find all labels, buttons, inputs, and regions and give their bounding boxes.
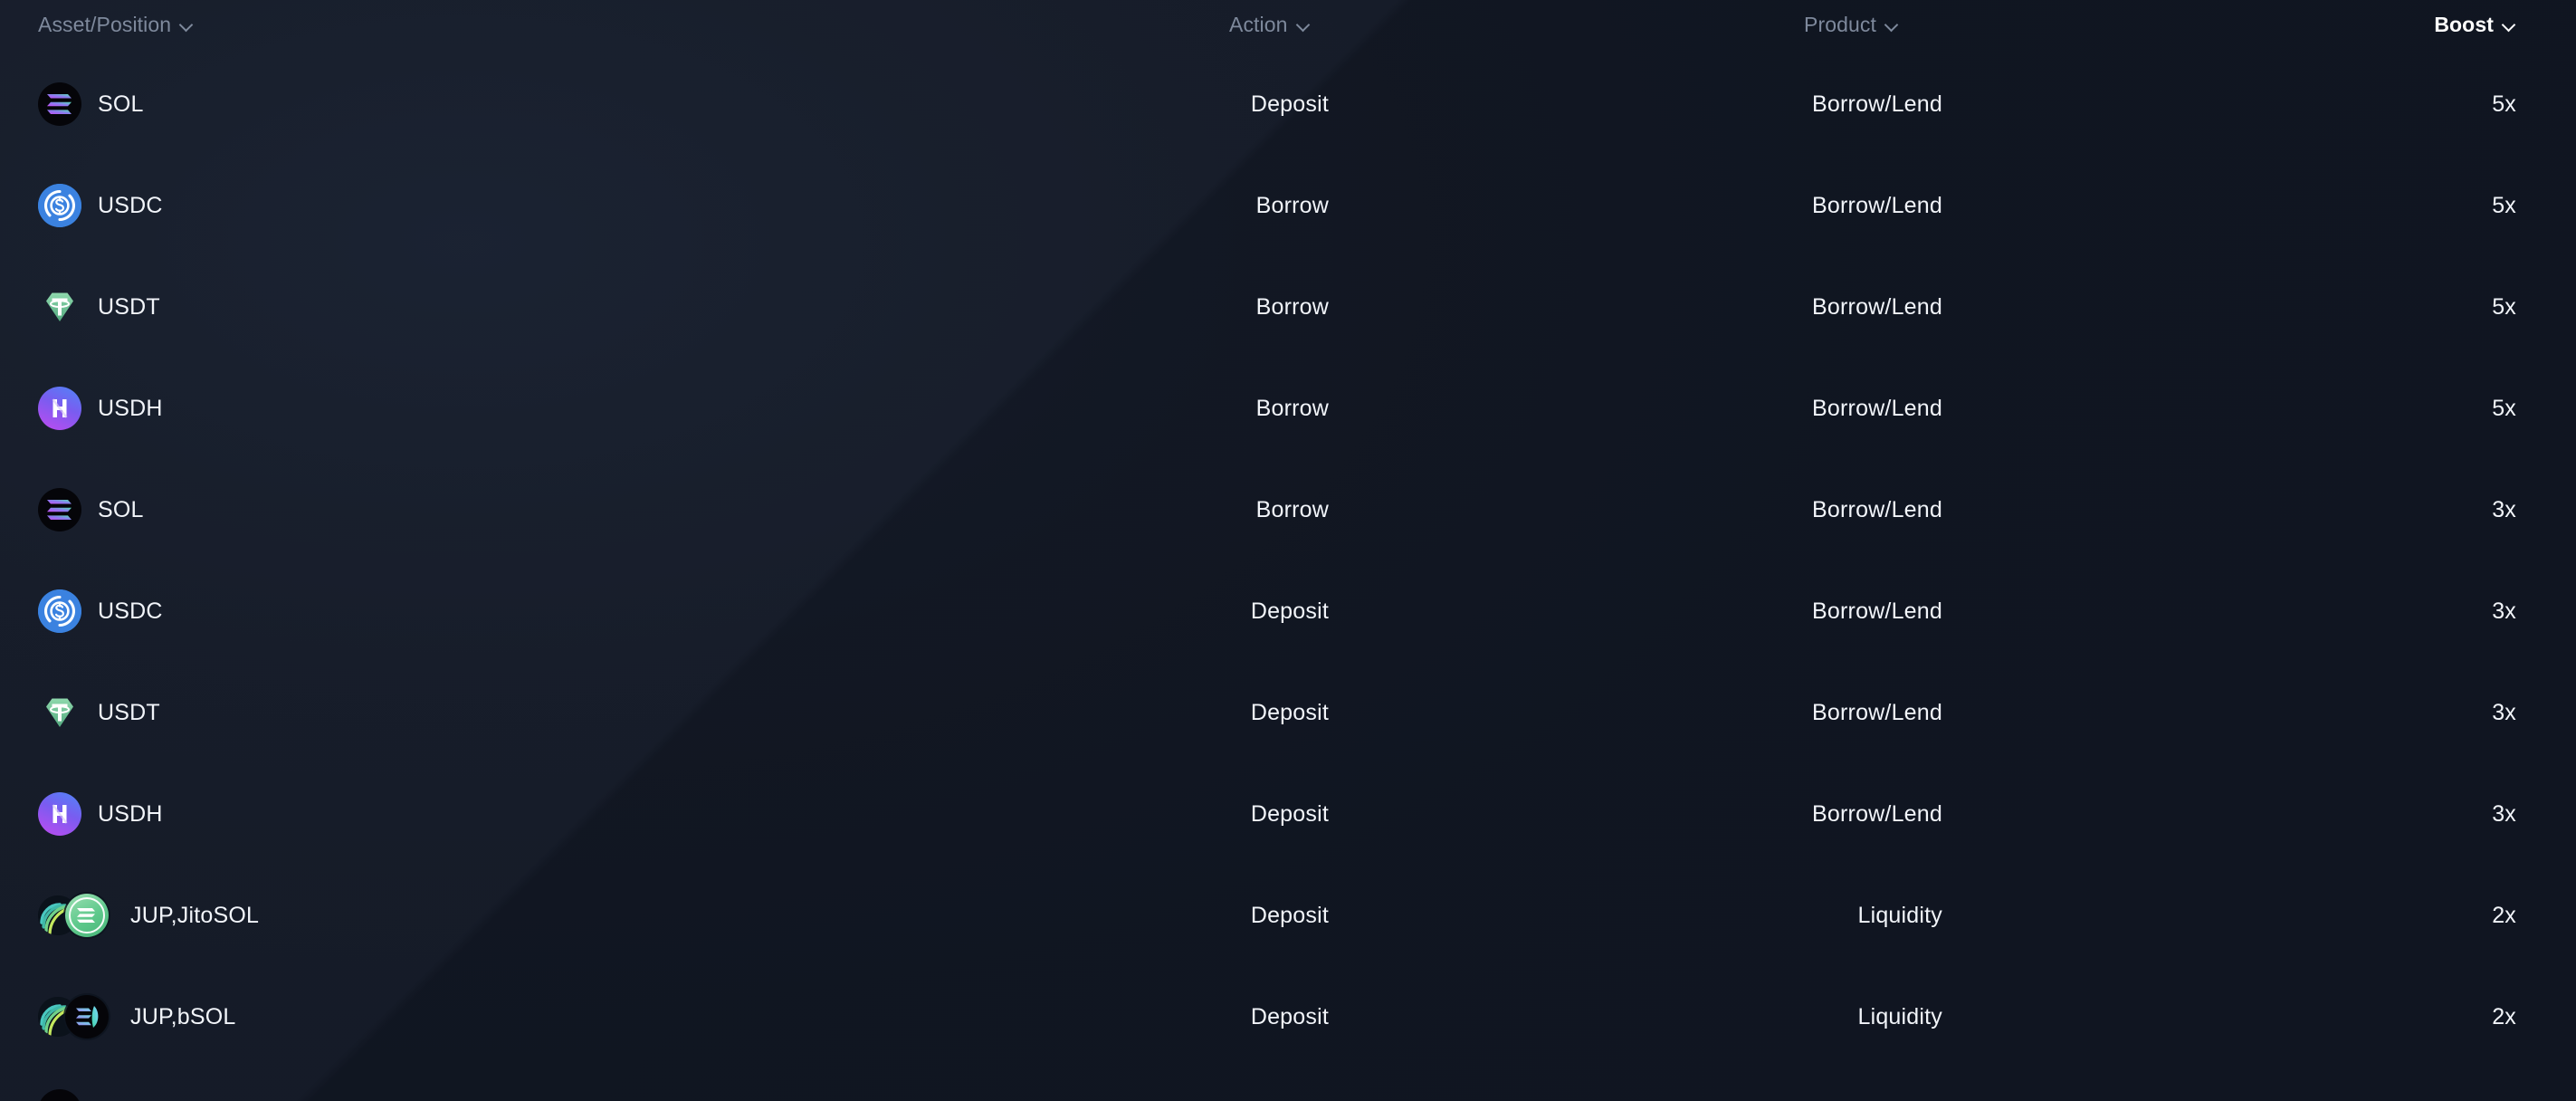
table-row[interactable]: JUP,JitoSOL Deposit Liquidity 2x [0,865,2576,966]
table-row[interactable]: USDH Deposit Borrow/Lend 3x [0,763,2576,865]
row-boost-value: 3x [2492,598,2516,624]
table-row[interactable]: USDH Borrow Borrow/Lend 5x [0,358,2576,459]
column-header-product-label: Product [1804,13,1876,36]
sol-icon [38,1089,81,1101]
column-header-asset-position-label: Asset/Position [38,13,172,36]
table-body: SOL Deposit Borrow/Lend 5x USDC Borrow Borrow… [0,53,2576,1067]
row-boost-value: 3x [2492,699,2516,725]
column-header-asset-position[interactable]: Asset/Position [38,13,194,37]
table-row[interactable]: USDT Borrow Borrow/Lend 5x [0,256,2576,358]
column-header-boost-label: Boost [2434,13,2494,36]
row-boost-value: 3x [2492,800,2516,827]
table-row[interactable]: USDC Deposit Borrow/Lend 3x [0,560,2576,662]
column-header-action-label: Action [1229,13,1288,36]
table-row[interactable]: SOL Deposit Borrow/Lend 5x [0,53,2576,155]
row-boost-value: 2x [2492,1003,2516,1029]
row-boost-value: 3x [2492,496,2516,522]
chevron-down-icon[interactable] [1885,18,1899,32]
row-boost-value: 5x [2492,192,2516,218]
table-row[interactable]: JUP,bSOL Deposit Liquidity 2x [0,966,2576,1067]
chevron-down-icon[interactable] [1297,18,1311,32]
table-header: Asset/Position Action Product Boost [0,0,2576,47]
row-boost-value: 5x [2492,395,2516,421]
table-row-partial[interactable] [38,1089,89,1101]
chevron-down-icon[interactable] [2503,18,2516,32]
boost-table-page: Asset/Position Action Product Boost SOL … [0,0,2576,1101]
table-row[interactable]: SOL Borrow Borrow/Lend 3x [0,459,2576,560]
row-boost-value: 5x [2492,293,2516,320]
table-row[interactable]: USDC Borrow Borrow/Lend 5x [0,155,2576,256]
column-header-product[interactable]: Product [1804,13,1899,37]
column-header-action[interactable]: Action [1229,13,1311,37]
chevron-down-icon[interactable] [180,18,194,32]
row-boost-value: 5x [2492,91,2516,117]
table-row[interactable]: USDT Deposit Borrow/Lend 3x [0,662,2576,763]
column-header-boost[interactable]: Boost [2434,13,2516,37]
row-boost-value: 2x [2492,902,2516,928]
